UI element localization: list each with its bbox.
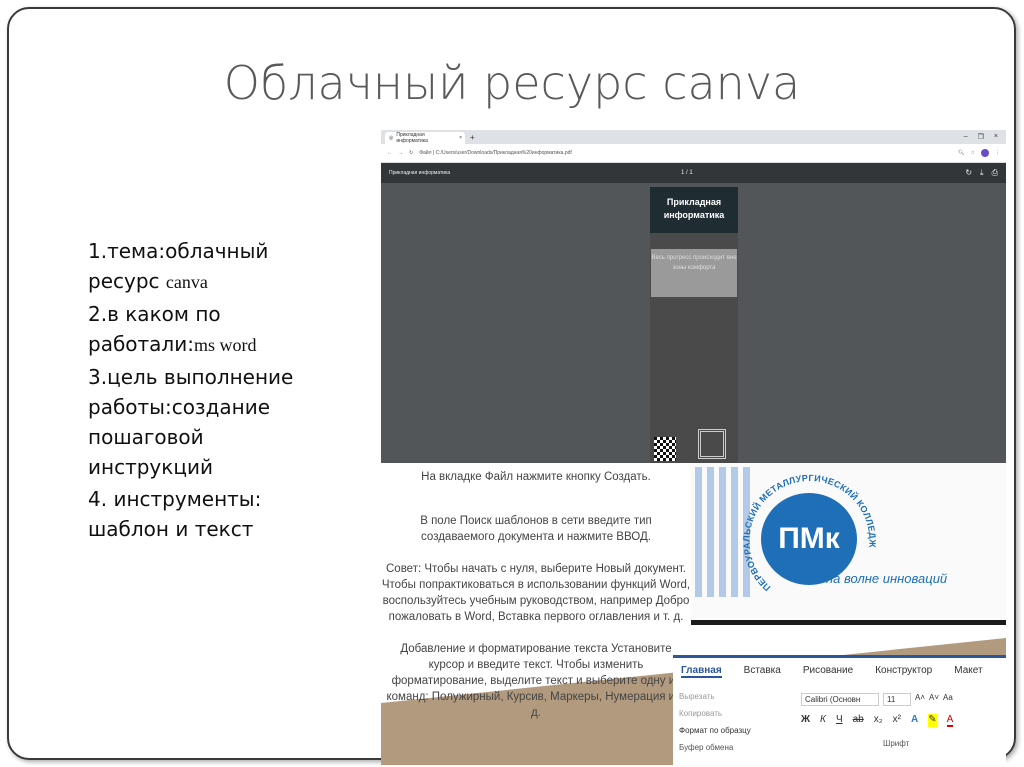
screenshot-collage: ◎ Прикладная информатика × + – ❐ × ← → ↻ Файл … <box>381 130 1006 765</box>
superscript-icon[interactable]: x² <box>893 714 901 727</box>
print-icon[interactable]: ⎙ <box>992 168 998 178</box>
logo-tagline: на волне инноваций <box>826 571 948 586</box>
copy-button[interactable]: Копировать <box>679 705 751 722</box>
close-tab-icon[interactable]: × <box>459 135 462 141</box>
globe-icon: ◎ <box>389 135 394 141</box>
document-text: На вкладке Файл нажмите кнопку Создать. … <box>381 471 691 719</box>
new-tab-icon[interactable]: + <box>470 133 475 142</box>
subscript-icon[interactable]: x₂ <box>874 714 883 727</box>
word-instructions: На вкладке Файл нажмите кнопку Создать. … <box>381 463 1006 765</box>
zoom-icon[interactable]: 🔍︎ <box>958 150 964 156</box>
url-input[interactable]: Файл | C:/Users/user/Downloads/Прикладна… <box>419 150 952 156</box>
clipboard-group-label: Буфер обмена <box>679 743 734 752</box>
slide-text: 1.тема:облачный ресурс canva 2.в каком п… <box>88 236 303 546</box>
forward-icon[interactable]: → <box>398 150 403 156</box>
tab-draw[interactable]: Рисование <box>803 665 853 678</box>
close-window-icon[interactable]: × <box>994 133 998 141</box>
chip-icon <box>698 429 726 459</box>
font-group-label: Шрифт <box>883 739 910 748</box>
tab-home[interactable]: Главная <box>681 665 722 678</box>
shrink-font-icon[interactable]: A˅ <box>929 693 939 706</box>
menu-icon[interactable]: ⋮ <box>995 150 1000 156</box>
reload-icon[interactable]: ↻ <box>409 150 413 156</box>
pdf-toolbar: Прикладная информатика 1 / 1 ↻ ⤓ ⎙ <box>381 163 1006 183</box>
page-indicator: 1 / 1 <box>681 170 693 176</box>
restore-icon[interactable]: ❐ <box>978 133 984 141</box>
font-select[interactable]: Calibri (Основн <box>801 693 879 706</box>
taskbar <box>691 620 1006 625</box>
strike-icon[interactable]: ab <box>853 714 864 727</box>
tab-design[interactable]: Конструктор <box>875 665 932 678</box>
pdf-viewer: Прикладная информатика Весь прогресс про… <box>381 183 1006 463</box>
browser-tabbar: ◎ Прикладная информатика × + – ❐ × <box>381 130 1006 144</box>
download-icon[interactable]: ⤓ <box>980 168 984 178</box>
address-bar: ← → ↻ Файл | C:/Users/user/Downloads/Прикл… <box>381 144 1006 163</box>
text-effects-icon[interactable]: A <box>911 714 918 727</box>
change-case-icon[interactable]: Aa <box>943 693 953 706</box>
italic-button[interactable]: К <box>820 714 826 727</box>
qr-code-icon <box>654 437 676 461</box>
tab-insert[interactable]: Вставка <box>744 665 781 678</box>
cut-button[interactable]: Вырезать <box>679 688 751 705</box>
format-painter-button[interactable]: Формат по образцу <box>679 722 751 739</box>
star-icon[interactable]: ☆ <box>971 150 975 156</box>
browser-tab[interactable]: ◎ Прикладная информатика × <box>385 132 465 144</box>
bold-button[interactable]: Ж <box>801 714 810 727</box>
font-color-icon[interactable]: A <box>946 714 954 727</box>
back-icon[interactable]: ← <box>387 150 392 156</box>
item-goal: 3.цель выполнение работы:создание пошаго… <box>88 365 294 479</box>
tab-layout[interactable]: Макет <box>954 665 982 678</box>
rotate-icon[interactable]: ↻ <box>965 168 972 178</box>
grow-font-icon[interactable]: A˄ <box>915 693 925 706</box>
item-software: 2.в каком по работали:ms word <box>88 302 257 356</box>
slide-title: Облачный ресурс canva <box>223 56 801 110</box>
item-topic: 1.тема:облачный ресурс canva <box>88 239 269 293</box>
avatar[interactable] <box>981 149 989 157</box>
word-ribbon: Главная Вставка Рисование Конструктор Ма… <box>673 655 1006 765</box>
pdf-page: Прикладная информатика Весь прогресс про… <box>650 187 738 463</box>
highlight-icon[interactable]: ✎ <box>928 714 937 727</box>
underline-button[interactable]: Ч <box>836 714 843 727</box>
size-select[interactable]: 11 <box>883 693 911 706</box>
minimize-icon[interactable]: – <box>964 133 968 141</box>
item-tools: 4. инструменты: шаблон и текст <box>88 487 262 541</box>
